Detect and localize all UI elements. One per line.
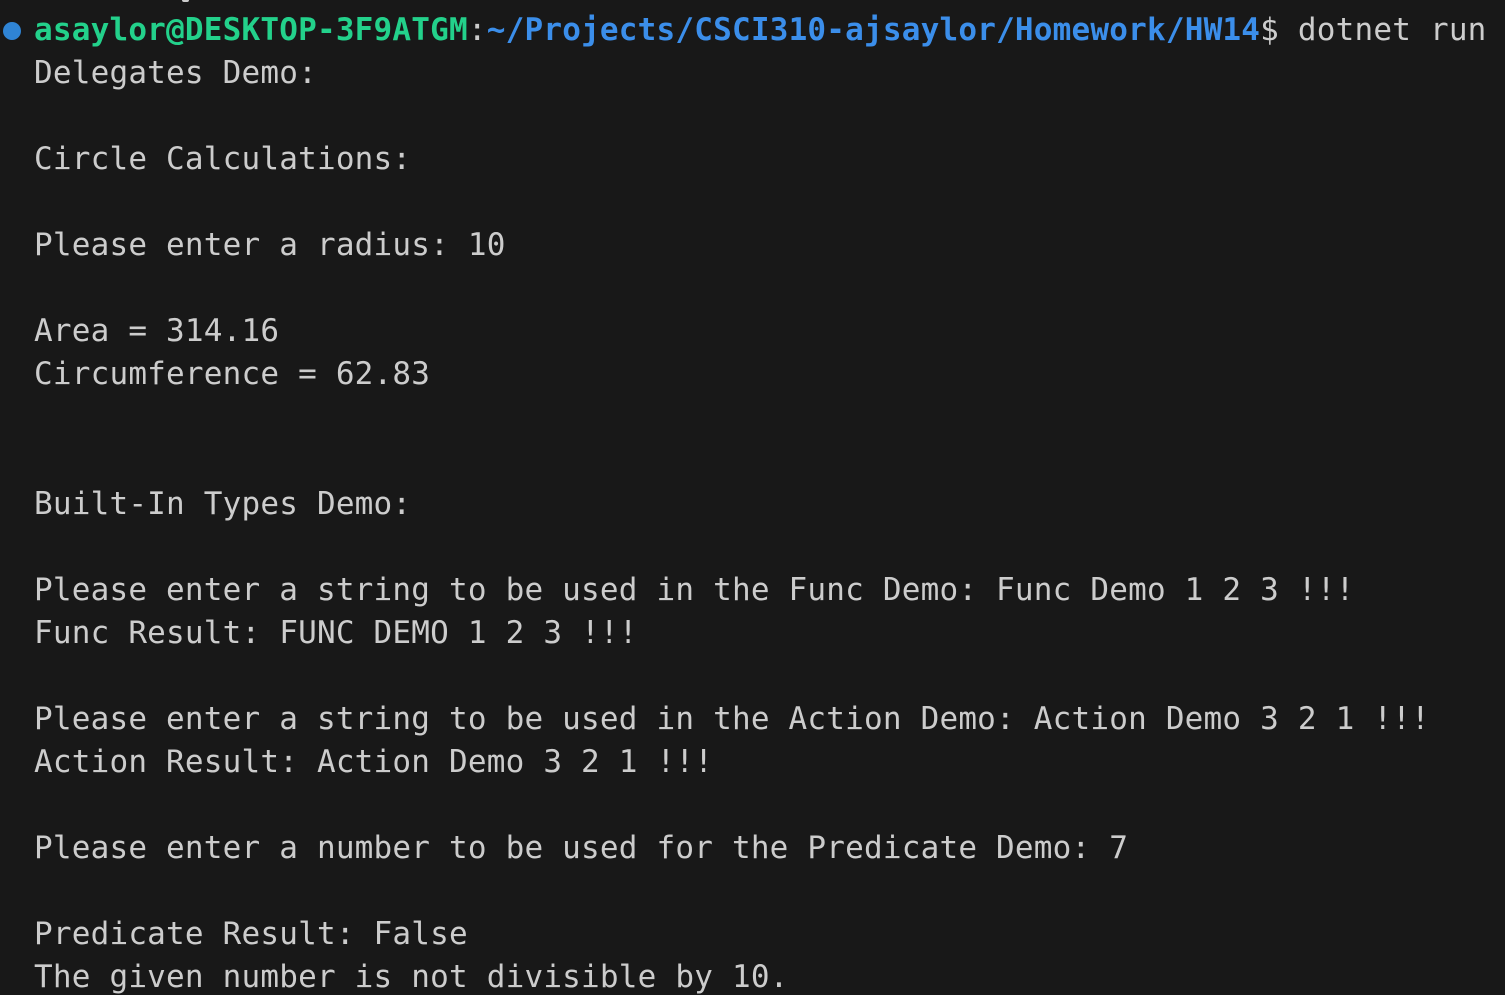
prompt-user-host: asaylor@DESKTOP-3F9ATGM <box>34 12 468 48</box>
command-status-dot-icon <box>3 22 21 40</box>
output-radius-prompt: Please enter a radius: 10 <box>34 227 506 263</box>
cut-off-text-fragment <box>182 0 189 2</box>
output-func-result: Func Result: FUNC DEMO 1 2 3 !!! <box>34 615 638 651</box>
output-circle-calculations: Circle Calculations: <box>34 141 412 177</box>
output-delegates-demo: Delegates Demo: <box>34 55 317 91</box>
output-action-result: Action Result: Action Demo 3 2 1 !!! <box>34 744 714 780</box>
prompt-path: ~/Projects/CSCI310-ajsaylor/Homework/HW1… <box>486 12 1261 48</box>
output-action-prompt: Please enter a string to be used in the … <box>34 701 1430 737</box>
output-func-prompt: Please enter a string to be used in the … <box>34 572 1355 608</box>
output-predicate-prompt: Please enter a number to be used for the… <box>34 830 1129 866</box>
output-built-in-types-demo: Built-In Types Demo: <box>34 486 412 522</box>
prompt-colon: : <box>467 12 487 48</box>
output-divisible-message: The given number is not divisible by 10. <box>34 959 789 995</box>
command-prompt-line: asaylor@DESKTOP-3F9ATGM:~/Projects/CSCI3… <box>34 12 1487 48</box>
entered-command: dotnet run <box>1279 12 1487 48</box>
output-circumference: Circumference = 62.83 <box>34 356 431 392</box>
output-predicate-result: Predicate Result: False <box>34 916 468 952</box>
prompt-dollar: $ <box>1260 12 1280 48</box>
terminal-window[interactable]: asaylor@DESKTOP-3F9ATGM:~/Projects/CSCI3… <box>0 0 1505 995</box>
output-area: Area = 314.16 <box>34 313 280 349</box>
